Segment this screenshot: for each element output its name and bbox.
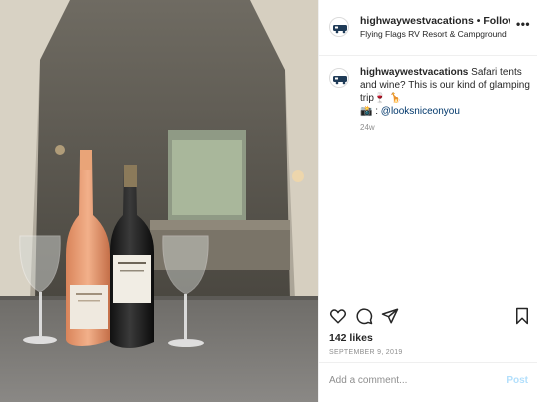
location-link[interactable]: Flying Flags RV Resort & Campground	[360, 28, 510, 41]
separator-dot: •	[476, 15, 481, 27]
header-line: highwaywestvacations • Following	[360, 15, 510, 28]
post-detail-panel: highwaywestvacations • Following Flying …	[318, 0, 537, 402]
post-photo-image	[0, 0, 318, 402]
post-date: SEPTEMBER 9, 2019	[329, 349, 403, 356]
caption-username[interactable]: highwaywestvacations	[360, 67, 468, 78]
caption-time[interactable]: 24w	[360, 123, 375, 132]
post-username[interactable]: highwaywestvacations	[360, 15, 474, 27]
header-text: highwaywestvacations • Following Flying …	[360, 15, 510, 41]
camera-credit: 📸 :	[360, 106, 381, 117]
post-photo[interactable]	[0, 0, 318, 402]
mention-link[interactable]: @looksniceonyou	[381, 106, 460, 117]
following-button[interactable]: Following	[483, 15, 510, 27]
add-comment-bar: Post	[319, 362, 537, 402]
post-header: highwaywestvacations • Following Flying …	[319, 0, 537, 56]
likes-count[interactable]: 142 likes	[329, 332, 373, 344]
post-button[interactable]: Post	[506, 375, 528, 386]
avatar[interactable]	[329, 17, 349, 37]
more-horizontal-icon[interactable]: •••	[516, 18, 530, 32]
comment-icon[interactable]	[355, 307, 373, 325]
action-bar	[319, 305, 537, 329]
heart-icon[interactable]	[329, 307, 347, 325]
caption-text: highwaywestvacations Safari tents and wi…	[360, 66, 532, 118]
comment-input[interactable]	[329, 375, 489, 386]
avatar[interactable]	[329, 68, 349, 88]
bookmark-icon[interactable]	[513, 307, 531, 325]
rv-logo-icon	[333, 76, 347, 85]
rv-logo-icon	[333, 25, 347, 34]
send-icon[interactable]	[381, 307, 399, 325]
